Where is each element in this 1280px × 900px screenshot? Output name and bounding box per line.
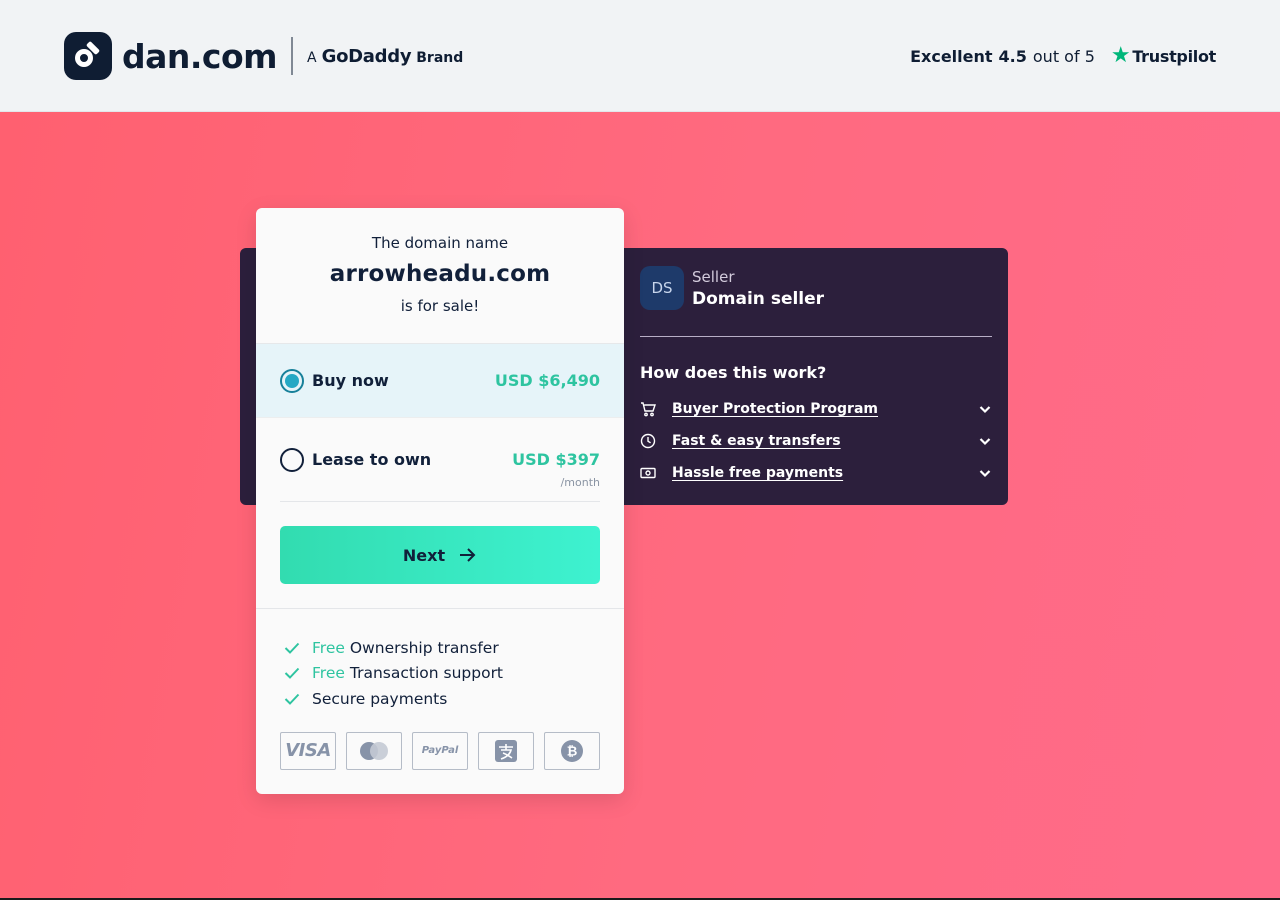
logo-text: dan.com (122, 36, 278, 76)
domain-intro: The domain name (371, 234, 509, 252)
seller-info: DS Seller Domain seller (640, 266, 824, 310)
bitcoin-icon: ₿ (544, 731, 600, 770)
logo-divider (291, 37, 294, 75)
domain-heading: The domain name arrowheadu.com is for sa… (256, 208, 624, 344)
cart-icon (641, 402, 656, 417)
check-icon (284, 668, 300, 680)
rating-value: 4.5 (998, 46, 1027, 66)
feature-free: Free (312, 664, 345, 683)
trustpilot-logo: ★ Trustpilot (1111, 45, 1216, 67)
faq-fast-transfers[interactable]: Fast & easy transfers (640, 431, 992, 451)
feature-text: Ownership transfer (349, 638, 499, 657)
faq-label: Fast & easy transfers (672, 433, 841, 449)
cash-icon (640, 467, 656, 479)
rating-word: Excellent (910, 46, 993, 66)
paypal-icon: PayPal (412, 731, 468, 770)
option-divider (280, 501, 600, 502)
seller-label: Seller (692, 267, 735, 286)
hero-background (0, 112, 1280, 900)
option-label: Lease to own (312, 450, 432, 469)
rating-suffix: out of 5 (1032, 46, 1095, 66)
dan-logo[interactable]: dan.com A GoDaddy Brand (64, 32, 463, 80)
option-lease-to-own[interactable]: Lease to own USD $397 /month (256, 417, 624, 501)
seller-avatar: DS (640, 266, 684, 310)
brand-prefix: A (307, 49, 317, 66)
panel-divider (640, 336, 992, 337)
chevron-down-icon (979, 438, 991, 446)
domain-name: arrowheadu.com (329, 261, 551, 287)
feature-item: Free Ownership transfer (284, 635, 624, 661)
mastercard-icon (346, 731, 402, 770)
alipay-icon (478, 731, 534, 770)
radio-lease-to-own[interactable] (280, 447, 304, 472)
site-header: dan.com A GoDaddy Brand Excellent 4.5 ou… (0, 0, 1280, 112)
brand-suffix: Brand (416, 49, 464, 66)
seller-name: Domain seller (692, 288, 825, 309)
faq-label: Hassle free payments (672, 465, 844, 481)
option-price: USD $397 (512, 450, 600, 469)
option-label: Buy now (312, 371, 389, 390)
feature-item: Secure payments (284, 686, 624, 712)
faq-buyer-protection[interactable]: Buyer Protection Program (640, 399, 992, 419)
chevron-down-icon (979, 406, 991, 414)
dan-logo-icon (64, 32, 112, 80)
svg-text:₿: ₿ (567, 744, 578, 759)
feature-item: Free Transaction support (284, 661, 624, 687)
option-price: USD $6,490 (494, 371, 600, 390)
faq-label: Buyer Protection Program (672, 401, 879, 417)
feature-free: Free (312, 638, 345, 657)
next-label: Next (402, 545, 446, 565)
feature-text: Transaction support (349, 664, 504, 683)
trustpilot-brand: Trustpilot (1132, 46, 1216, 66)
brand-name: GoDaddy (321, 45, 412, 67)
payment-methods: VISA PayPal ₿ (256, 712, 624, 770)
godaddy-brand: A GoDaddy Brand (307, 46, 463, 67)
faq-hassle-free-payments[interactable]: Hassle free payments (640, 463, 992, 483)
visa-icon: VISA (280, 731, 336, 770)
sale-card: The domain name arrowheadu.com is for sa… (256, 208, 624, 794)
trustpilot-star-icon: ★ (1110, 43, 1131, 68)
next-button[interactable]: Next (280, 526, 600, 584)
how-it-works-title: How does this work? (640, 363, 827, 382)
features-list: Free Ownership transfer Free Transaction… (256, 609, 624, 712)
check-icon (284, 642, 300, 654)
feature-text: Secure payments (312, 689, 448, 708)
clock-icon (640, 433, 656, 449)
trustpilot-rating[interactable]: Excellent 4.5 out of 5 ★ Trustpilot (910, 45, 1216, 67)
option-buy-now[interactable]: Buy now USD $6,490 (256, 344, 624, 417)
radio-buy-now[interactable] (280, 368, 304, 393)
option-period: /month (560, 476, 600, 489)
chevron-down-icon (979, 470, 991, 478)
arrow-right-icon (460, 548, 476, 562)
domain-outro: is for sale! (400, 297, 480, 315)
check-icon (284, 693, 300, 705)
